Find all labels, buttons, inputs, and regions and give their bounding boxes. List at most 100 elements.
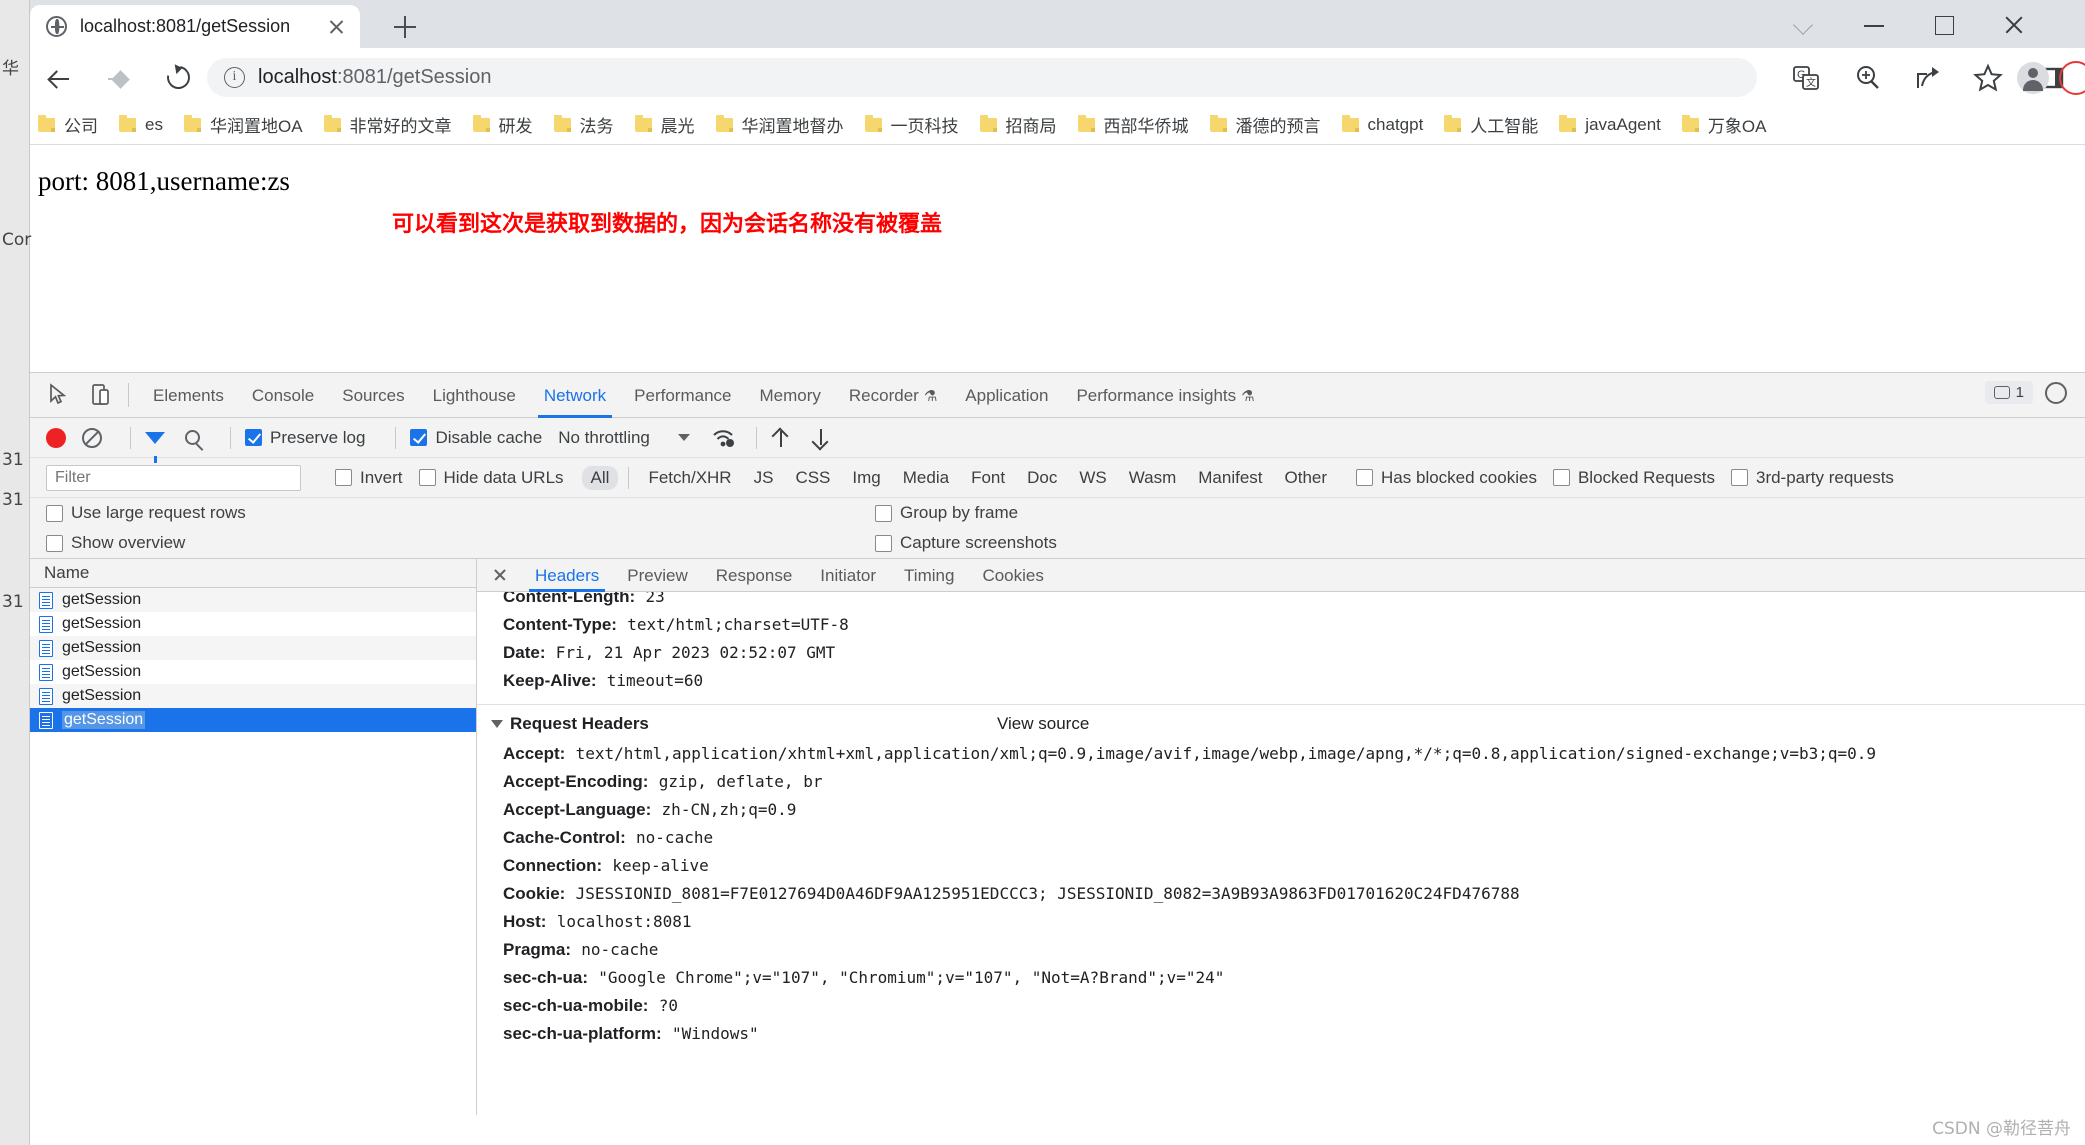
bookmark-item[interactable]: 华润置地督办 — [715, 112, 844, 137]
type-filter-wasm[interactable]: Wasm — [1120, 466, 1186, 490]
table-row[interactable]: getSession — [30, 636, 476, 660]
bookmark-item[interactable]: 晨光 — [634, 112, 695, 137]
share-icon[interactable] — [1912, 62, 1944, 94]
profile-icon[interactable] — [2017, 62, 2049, 94]
has-blocked-cookies-checkbox[interactable] — [1356, 469, 1374, 486]
bookmark-item[interactable]: 潘德的预言 — [1209, 112, 1321, 137]
bookmark-item[interactable]: 法务 — [553, 112, 614, 137]
chevron-down-icon[interactable] — [1793, 14, 1815, 36]
reload-button[interactable] — [162, 61, 196, 95]
throttling-value[interactable]: No throttling — [558, 428, 650, 448]
show-overview-checkbox[interactable] — [46, 534, 63, 552]
window-close-button[interactable] — [2003, 14, 2025, 36]
preserve-log-checkbox[interactable] — [245, 429, 262, 446]
filter-icon[interactable] — [145, 431, 165, 463]
bookmark-item[interactable]: 招商局 — [979, 112, 1057, 137]
bookmark-item[interactable]: 非常好的文章 — [323, 112, 452, 137]
address-bar[interactable]: localhost:8081/getSession — [207, 58, 1757, 97]
type-filter-fetch-xhr[interactable]: Fetch/XHR — [639, 466, 740, 490]
type-filter-all[interactable]: All — [581, 465, 619, 490]
type-filter-manifest[interactable]: Manifest — [1189, 466, 1271, 490]
bookmark-item[interactable]: es — [119, 114, 163, 135]
table-row[interactable]: getSession — [30, 612, 476, 636]
tab-headers[interactable]: Headers — [521, 559, 613, 592]
tab-application[interactable]: Application — [951, 373, 1062, 418]
invert-checkbox[interactable] — [335, 469, 352, 486]
menu-icon[interactable] — [2059, 61, 2085, 95]
view-source-link[interactable]: View source — [997, 714, 1089, 734]
request-headers-section[interactable]: Request Headers View source — [477, 705, 2085, 740]
browser-tab[interactable]: localhost:8081/getSession — [30, 5, 360, 48]
bookmark-item[interactable]: 一页科技 — [864, 112, 959, 137]
zoom-icon[interactable] — [1852, 62, 1884, 94]
new-tab-button[interactable] — [388, 10, 422, 44]
table-row[interactable]: getSession — [30, 684, 476, 708]
import-har-icon[interactable] — [771, 427, 791, 449]
tab-timing[interactable]: Timing — [890, 559, 968, 592]
tab-lighthouse[interactable]: Lighthouse — [419, 373, 530, 418]
search-icon[interactable] — [185, 430, 200, 445]
folder-icon — [1209, 114, 1227, 132]
message-count-badge[interactable]: 1 — [1984, 381, 2033, 404]
tab-memory[interactable]: Memory — [746, 373, 835, 418]
tab-performance[interactable]: Performance — [620, 373, 745, 418]
tab-network[interactable]: Network — [530, 373, 620, 418]
device-toolbar-icon[interactable] — [86, 381, 114, 409]
header-value: text/html;charset=UTF-8 — [627, 615, 849, 634]
bookmark-item[interactable]: 万象OA — [1681, 112, 1766, 137]
chevron-down-icon[interactable] — [677, 434, 690, 441]
tab-recorder[interactable]: Recorder ⚗ — [835, 373, 951, 418]
back-button[interactable] — [43, 61, 77, 95]
clear-icon[interactable] — [82, 427, 102, 448]
chevron-down-icon[interactable] — [491, 720, 503, 728]
site-info-icon[interactable] — [224, 67, 245, 88]
close-icon[interactable] — [322, 13, 350, 41]
hide-data-urls-label: Hide data URLs — [443, 467, 564, 487]
tab-response[interactable]: Response — [702, 559, 807, 592]
table-row-selected[interactable]: getSession — [30, 708, 476, 732]
record-button[interactable] — [46, 427, 66, 448]
tab-initiator[interactable]: Initiator — [806, 559, 890, 592]
bookmark-item[interactable]: 公司 — [38, 112, 98, 137]
type-filter-font[interactable]: Font — [962, 466, 1014, 490]
filter-input[interactable] — [46, 464, 301, 491]
maximize-button[interactable] — [1933, 14, 1955, 36]
third-party-requests-checkbox[interactable] — [1730, 469, 1748, 486]
inspect-element-icon[interactable] — [44, 381, 72, 409]
bookmark-item[interactable]: chatgpt — [1341, 114, 1423, 135]
type-filter-other[interactable]: Other — [1276, 466, 1337, 490]
use-large-request-rows-checkbox[interactable] — [46, 504, 63, 522]
blocked-requests-checkbox[interactable] — [1552, 469, 1570, 486]
export-har-icon[interactable] — [811, 427, 831, 449]
type-filter-img[interactable]: Img — [843, 466, 889, 490]
type-filter-doc[interactable]: Doc — [1018, 466, 1066, 490]
close-icon[interactable] — [489, 564, 511, 586]
type-filter-css[interactable]: CSS — [786, 466, 839, 490]
bookmark-item[interactable]: 华润置地OA — [183, 112, 303, 137]
forward-button[interactable] — [103, 61, 137, 95]
tab-cookies[interactable]: Cookies — [968, 559, 1057, 592]
type-filter-ws[interactable]: WS — [1070, 466, 1115, 490]
hide-data-urls-checkbox[interactable] — [418, 469, 436, 486]
type-filter-media[interactable]: Media — [894, 466, 958, 490]
bookmark-item[interactable]: 人工智能 — [1444, 112, 1538, 137]
type-filter-js[interactable]: JS — [745, 466, 783, 490]
table-row[interactable]: getSession — [30, 660, 476, 684]
bookmark-item[interactable]: 研发 — [472, 112, 533, 137]
bookmark-item[interactable]: javaAgent — [1559, 114, 1661, 135]
minimize-button[interactable] — [1863, 14, 1885, 36]
bookmark-item[interactable]: 西部华侨城 — [1077, 112, 1189, 137]
translate-icon[interactable]: G文 — [1790, 62, 1822, 94]
group-by-frame-checkbox[interactable] — [875, 504, 892, 522]
disable-cache-checkbox[interactable] — [410, 429, 428, 446]
tab-preview[interactable]: Preview — [613, 559, 701, 592]
tab-console[interactable]: Console — [238, 373, 328, 418]
table-row[interactable]: getSession — [30, 588, 476, 612]
star-icon[interactable] — [1972, 62, 2004, 94]
tab-sources[interactable]: Sources — [328, 373, 418, 418]
capture-screenshots-checkbox[interactable] — [875, 534, 892, 552]
gear-icon[interactable] — [2045, 381, 2067, 404]
tab-elements[interactable]: Elements — [139, 373, 238, 418]
network-conditions-icon[interactable] — [712, 428, 736, 448]
tab-performance-insights[interactable]: Performance insights ⚗ — [1062, 373, 1268, 418]
